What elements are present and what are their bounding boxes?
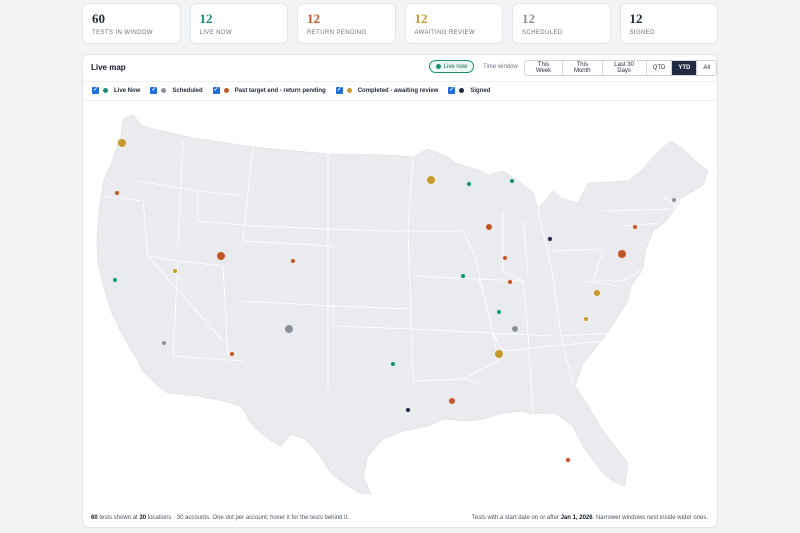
stat-card-signed: 12 Signed [619,3,718,44]
legend-toggle-awaiting-review[interactable]: ✓ Completed - awaiting review [335,87,439,94]
stat-card-awaiting-review: 12 Awaiting review [404,3,503,44]
stat-value: 12 [414,11,428,26]
legend-toggle-return-pending[interactable]: ✓ Past target end - return pending [212,87,326,94]
us-landmass [96,114,709,495]
footer-summary: 60 tests shown at 30 locations · 30 acco… [91,515,349,521]
map-marker-pending[interactable] [290,257,297,264]
stat-value: 12 [522,11,535,26]
checkbox-checked-icon[interactable]: ✓ [150,87,158,94]
map-marker-signed[interactable] [404,407,411,414]
time-window-all[interactable]: All [697,61,716,75]
footer-note-suffix: . Narrower windows nest inside wider one… [592,515,708,521]
footer-tests-text: tests shown at [97,515,140,521]
legend-label: Signed [470,87,491,94]
map-marker-review[interactable] [592,288,601,297]
map-marker-pending[interactable] [506,278,513,285]
live-now-label: Live now [443,63,468,70]
live-dot-icon [435,64,441,69]
footer-note-prefix: Tests with a start date on or after [471,515,561,521]
stat-label: Return pending [307,30,367,36]
legend-label: Completed - awaiting review [357,87,439,94]
stat-label: Awaiting review [414,30,476,36]
live-map-panel: Live map Live now Time window This Week … [82,54,718,528]
map-marker-pending[interactable] [216,250,227,261]
checkbox-checked-icon[interactable]: ✓ [335,87,343,94]
time-window-qtd[interactable]: QTD [646,61,673,75]
footer-note: Tests with a start date on or after Jan … [472,515,708,521]
legend-dot [103,88,108,93]
checkbox-checked-icon[interactable]: ✓ [448,87,456,94]
map-marker-pending[interactable] [631,223,638,230]
map-marker-scheduled[interactable] [670,196,677,203]
stat-label: Signed [629,30,655,36]
map-marker-pending[interactable] [502,254,509,261]
time-window-this-week[interactable]: This Week [525,61,564,75]
map-legend: ✓ Live Now ✓ Scheduled ✓ Past target end… [83,81,717,101]
time-window-ytd[interactable]: YTD [672,61,698,75]
legend-dot [161,88,167,93]
legend-dot [223,88,229,93]
live-now-toggle[interactable]: Live now [429,60,474,73]
stat-card-live-now: 12 Live now [189,3,288,44]
legend-label: Scheduled [172,87,203,94]
panel-header: Live map Live now Time window This Week … [83,55,717,82]
map-marker-live[interactable] [508,178,515,185]
stat-value: 12 [629,11,643,26]
stat-card-tests-in-window: 60 Tests in window [82,3,181,44]
legend-toggle-live-now[interactable]: ✓ Live Now [92,87,140,94]
stat-value: 12 [199,11,213,26]
map-marker-review[interactable] [493,348,504,359]
legend-label: Live Now [114,87,141,94]
legend-toggle-signed[interactable]: ✓ Signed [448,87,490,94]
map-marker-scheduled[interactable] [160,339,167,346]
stat-label: Live now [199,30,233,36]
map-marker-live[interactable] [459,272,466,279]
time-window-last-30-days[interactable]: Last 30 Days [602,61,647,75]
stat-card-return-pending: 12 Return pending [297,3,396,44]
footer-rest-text: locations · 30 accounts. One dot per acc… [146,515,349,521]
stat-card-scheduled: 12 Scheduled [512,3,611,44]
time-window-label: Time window [483,64,518,70]
legend-label: Past target end - return pending [234,87,326,94]
map-marker-pending[interactable] [228,350,235,357]
stat-label: Tests in window [92,30,153,36]
time-window-selector: This Week This Month Last 30 Days QTD YT… [524,60,717,76]
us-map[interactable] [83,101,717,511]
stat-value: 12 [307,11,320,26]
time-window-this-month[interactable]: This Month [563,61,603,75]
footer-note-date: Jan 1, 2026 [560,515,593,521]
map-marker-review[interactable] [426,174,437,185]
checkbox-checked-icon[interactable]: ✓ [212,87,220,94]
legend-toggle-scheduled[interactable]: ✓ Scheduled [150,87,203,94]
footer-tests-count: 60 [91,515,98,521]
map-marker-review[interactable] [582,315,589,322]
stat-value: 60 [92,11,105,26]
panel-title: Live map [91,63,126,72]
stat-label: Scheduled [522,30,563,36]
legend-dot [459,88,465,93]
stat-cards: 60 Tests in window 12 Live now 12 Return… [82,3,718,44]
checkbox-checked-icon[interactable]: ✓ [92,87,99,94]
legend-dot [346,88,352,93]
us-map-shape [96,114,709,495]
